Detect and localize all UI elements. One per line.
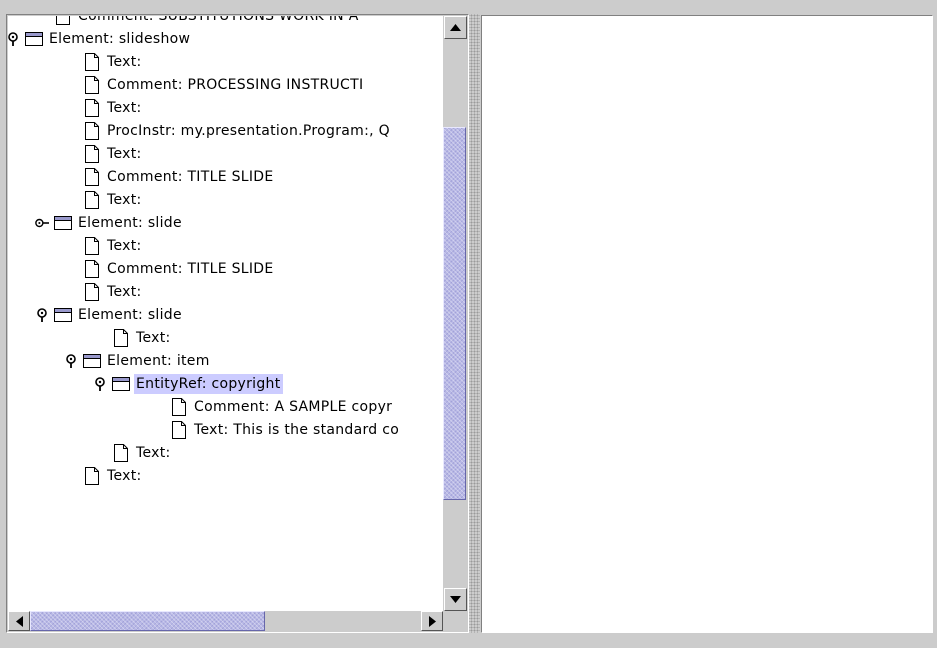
document-icon (112, 328, 130, 347)
arrow-down-icon (450, 596, 461, 603)
tree-node-label: Comment: SUBSTITUTIONS WORK IN A (76, 16, 361, 26)
tree-node[interactable]: Text: (83, 464, 144, 487)
document-icon (83, 282, 101, 301)
document-icon (83, 466, 101, 485)
arrow-left-icon (15, 615, 23, 627)
tree-node-label: Text: (136, 329, 171, 346)
vertical-scrollbar[interactable] (443, 16, 468, 611)
horizontal-scroll-thumb[interactable] (30, 611, 265, 631)
folder-icon (112, 375, 130, 393)
vertical-scroll-track[interactable] (443, 39, 468, 588)
folder-icon (54, 214, 72, 232)
document-icon (83, 98, 101, 117)
document-icon (83, 167, 101, 186)
tree-node-label: Text: This is the standard co (194, 421, 400, 438)
tree-node[interactable]: Text: (83, 234, 144, 257)
tree-node[interactable]: EntityRef: copyright (93, 372, 283, 395)
tree-node[interactable]: Element: slide (35, 211, 184, 234)
folder-icon (54, 306, 72, 324)
tree-node-label: Text: (136, 444, 171, 461)
tree-node-label: Text: (107, 99, 142, 116)
tree-node[interactable]: Text: (83, 142, 144, 165)
document-icon (83, 75, 101, 94)
document-icon (83, 121, 101, 140)
vertical-scroll-thumb[interactable] (443, 127, 466, 500)
tree-node[interactable]: Text: This is the standard co (170, 418, 401, 441)
key-expanded-icon[interactable] (64, 353, 78, 368)
tree-node[interactable]: Text: (83, 280, 144, 303)
key-expanded-icon[interactable] (35, 307, 49, 322)
arrow-up-icon (450, 24, 461, 31)
tree-node-label: Element: slide (78, 214, 182, 231)
document-icon (170, 420, 188, 439)
key-collapsed-icon[interactable] (35, 216, 49, 230)
scroll-right-button[interactable] (421, 611, 443, 631)
tree-node-label: Comment: TITLE SLIDE (107, 260, 274, 277)
tree-node[interactable]: Comment: SUBSTITUTIONS WORK IN A (54, 16, 361, 27)
tree-node-label: Element: slide (78, 306, 182, 323)
document-icon (112, 443, 130, 462)
scroll-corner (443, 611, 468, 631)
tree-node[interactable]: ProcInstr: my.presentation.Program:, Q (83, 119, 392, 142)
tree-node[interactable]: Comment: A SAMPLE copyr (170, 395, 394, 418)
tree-node-label: Comment: PROCESSING INSTRUCTI (107, 76, 364, 93)
tree-scroll-pane: Comment: SUBSTITUTIONS WORK IN A Element:… (6, 14, 469, 633)
scroll-left-button[interactable] (8, 611, 30, 631)
key-expanded-icon[interactable] (93, 376, 107, 391)
document-icon (54, 16, 72, 25)
tree-node[interactable]: Text: (112, 441, 173, 464)
tree-node[interactable]: Text: (83, 96, 144, 119)
document-icon (83, 52, 101, 71)
tree-node-label: Text: (107, 283, 142, 300)
tree-node[interactable]: Text: (112, 326, 173, 349)
tree-node[interactable]: Element: slide (35, 303, 184, 326)
tree-node[interactable]: Comment: TITLE SLIDE (83, 165, 276, 188)
arrow-right-icon (428, 615, 436, 627)
tree-node-label: Element: item (107, 352, 210, 369)
tree-node-label: Text: (107, 191, 142, 208)
split-pane-divider[interactable] (469, 14, 480, 633)
tree-node-label: EntityRef: copyright (134, 373, 283, 394)
folder-icon (83, 352, 101, 370)
horizontal-scroll-track[interactable] (30, 611, 421, 631)
document-icon (83, 190, 101, 209)
tree-node-label: Text: (107, 467, 142, 484)
scroll-down-button[interactable] (444, 588, 467, 611)
tree-node-label: ProcInstr: my.presentation.Program:, Q (107, 122, 390, 139)
tree-node-label: Comment: TITLE SLIDE (107, 168, 274, 185)
app-window: Comment: SUBSTITUTIONS WORK IN A Element:… (0, 0, 937, 648)
tree-node-label: Text: (107, 145, 142, 162)
folder-icon (25, 30, 43, 48)
tree-node[interactable]: Element: item (64, 349, 212, 372)
tree-node[interactable]: Comment: TITLE SLIDE (83, 257, 276, 280)
horizontal-scrollbar[interactable] (8, 611, 443, 631)
document-icon (170, 397, 188, 416)
detail-pane (481, 15, 933, 633)
key-expanded-icon[interactable] (8, 31, 20, 46)
document-icon (83, 144, 101, 163)
document-icon (83, 259, 101, 278)
tree-node[interactable]: Element: slideshow (8, 27, 192, 50)
scroll-up-button[interactable] (444, 16, 467, 39)
tree-node-label: Comment: A SAMPLE copyr (194, 398, 393, 415)
tree-node[interactable]: Text: (83, 50, 144, 73)
tree-node-label: Text: (107, 53, 142, 70)
document-icon (83, 236, 101, 255)
tree-node[interactable]: Comment: PROCESSING INSTRUCTI (83, 73, 365, 96)
tree-node-label: Element: slideshow (49, 30, 191, 47)
tree-node-label: Text: (107, 237, 142, 254)
dom-tree[interactable]: Comment: SUBSTITUTIONS WORK IN A Element:… (8, 16, 443, 611)
tree-node[interactable]: Text: (83, 188, 144, 211)
